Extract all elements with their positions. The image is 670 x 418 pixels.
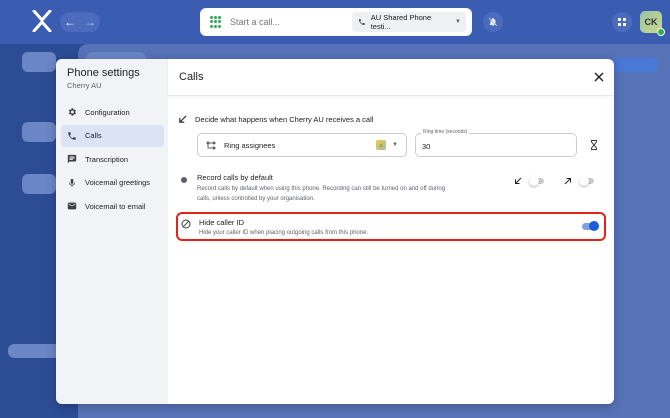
back-arrow-icon[interactable]: ← (64, 15, 76, 29)
settings-menu: Configuration Calls Transcription Voicem… (61, 101, 164, 219)
inbound-arrow-icon (515, 177, 522, 184)
record-inbound-toggle[interactable] (529, 176, 544, 186)
hide-caller-id-description: Hide your caller ID when placing outgoin… (199, 230, 369, 236)
record-outbound-toggle[interactable] (579, 176, 594, 186)
record-icon (181, 177, 187, 183)
menu-label: Voicemail to email (85, 201, 146, 211)
user-avatar[interactable]: CK (640, 11, 665, 36)
call-bar: AU Shared Phone testi... ▼ (200, 8, 472, 36)
phone-line-selector[interactable]: AU Shared Phone testi... ▼ (352, 12, 466, 32)
phone-icon (68, 131, 76, 140)
microphone-icon (69, 178, 75, 187)
dialpad-icon[interactable] (210, 16, 222, 28)
history-nav: ← → (60, 12, 100, 32)
ring-time-value: 30 (422, 142, 431, 151)
transcript-icon (67, 154, 77, 164)
routing-label: Decide what happens when Cherry AU recei… (195, 115, 374, 124)
chevron-down-icon: ▼ (455, 19, 461, 25)
presence-status-indicator (657, 28, 665, 36)
phone-line-label: AU Shared Phone testi... (370, 13, 432, 31)
assignee-avatar: C (376, 140, 387, 150)
chevron-down-icon: ▼ (392, 142, 398, 148)
record-calls-description: Record calls by default when using this … (197, 186, 446, 202)
menu-label: Transcription (85, 154, 129, 164)
incoming-call-routing-row: Decide what happens when Cherry AU recei… (178, 115, 373, 124)
bell-off-icon (488, 17, 498, 27)
email-icon (67, 202, 77, 210)
hide-caller-id-toggle[interactable] (582, 221, 599, 231)
menu-item-transcription[interactable]: Transcription (61, 148, 164, 170)
outbound-arrow-icon (564, 178, 571, 185)
calls-settings-panel: Calls Decide what happens when Cherry AU… (168, 59, 614, 404)
menu-item-voicemail-to-email[interactable]: Voicemail to email (61, 195, 164, 217)
ring-time-field[interactable]: Ring time (seconds) 30 (415, 129, 577, 157)
settings-sidebar: Phone settings Cherry AU Configuration C… (56, 59, 168, 404)
hierarchy-icon (206, 141, 216, 149)
app-logo-icon (32, 10, 52, 32)
settings-title: Phone settings (67, 67, 140, 79)
routing-option-select[interactable]: Ring assignees C ▼ (197, 133, 407, 157)
menu-label: Voicemail greetings (85, 178, 151, 187)
record-calls-title: Record calls by default (197, 173, 273, 182)
menu-item-voicemail-greetings[interactable]: Voicemail greetings (61, 172, 164, 194)
block-icon (181, 219, 191, 229)
notifications-muted-button[interactable] (483, 12, 503, 32)
routing-option-label: Ring assignees (224, 140, 276, 150)
grid-icon (618, 18, 626, 26)
ring-time-label: Ring time (seconds) (421, 129, 470, 135)
top-bar: ← → AU Shared Phone testi... ▼ CK (0, 0, 670, 44)
dialog-header: Calls (168, 59, 614, 96)
phone-settings-dialog: Phone settings Cherry AU Configuration C… (56, 59, 614, 404)
hide-caller-id-row: Hide caller ID Hide your caller ID when … (176, 212, 606, 241)
avatar-initials: CK (644, 17, 658, 27)
close-icon[interactable] (594, 72, 604, 82)
hide-caller-id-title: Hide caller ID (199, 218, 245, 227)
phone-icon (358, 19, 365, 25)
start-call-input[interactable] (230, 17, 350, 27)
hourglass-icon (591, 140, 597, 150)
settings-subtitle: Cherry AU (67, 81, 102, 90)
gear-icon (68, 108, 76, 116)
menu-item-configuration[interactable]: Configuration (61, 101, 164, 123)
incoming-arrow-icon (179, 115, 187, 123)
menu-label: Calls (85, 131, 102, 140)
page-title: Calls (179, 71, 204, 83)
apps-button[interactable] (612, 12, 632, 32)
menu-label: Configuration (85, 107, 130, 117)
menu-item-calls[interactable]: Calls (61, 124, 164, 147)
forward-arrow-icon[interactable]: → (84, 15, 96, 29)
